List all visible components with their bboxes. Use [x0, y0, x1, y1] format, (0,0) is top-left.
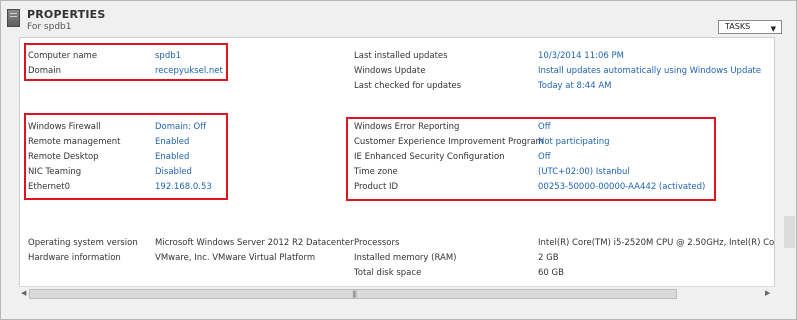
properties-panel: Computer name spdb1 Domain recepyuksel.n…: [19, 37, 775, 301]
horizontal-scrollbar[interactable]: ◀ ||| ▶: [19, 286, 775, 301]
grip-icon: |||: [352, 290, 357, 298]
tasks-label: TASKS: [725, 22, 751, 31]
prop-value-total-disk-space: 60 GB: [538, 268, 564, 278]
prop-label-installed-memory: Installed memory (RAM): [354, 253, 457, 263]
highlight-box-identity: [24, 43, 228, 81]
scroll-left-icon[interactable]: ◀: [21, 289, 26, 297]
scroll-right-icon[interactable]: ▶: [765, 289, 770, 297]
prop-label-last-installed-updates: Last installed updates: [354, 51, 448, 61]
vertical-scrollbar-thumb[interactable]: [784, 216, 795, 248]
highlight-box-configuration: [346, 117, 716, 201]
prop-value-installed-memory: 2 GB: [538, 253, 559, 263]
prop-label-processors: Processors: [354, 238, 400, 248]
prop-value-processors: Intel(R) Core(TM) i5-2520M CPU @ 2.50GHz…: [538, 238, 775, 248]
prop-value-windows-update[interactable]: Install updates automatically using Wind…: [538, 66, 761, 77]
highlight-box-network: [24, 113, 228, 200]
tasks-button[interactable]: TASKS ▼: [718, 20, 782, 34]
prop-label-os-version: Operating system version: [28, 238, 138, 248]
prop-value-last-checked[interactable]: Today at 8:44 AM: [538, 81, 611, 92]
prop-value-os-version: Microsoft Windows Server 2012 R2 Datacen…: [155, 238, 354, 248]
prop-label-windows-update: Windows Update: [354, 66, 426, 76]
tile-title: PROPERTIES: [27, 8, 106, 21]
chevron-down-icon: ▼: [770, 25, 776, 33]
prop-label-total-disk-space: Total disk space: [354, 268, 422, 278]
scrollbar-thumb[interactable]: |||: [29, 289, 677, 299]
tile-subtitle: For spdb1: [27, 22, 72, 32]
prop-label-last-checked: Last checked for updates: [354, 81, 462, 91]
server-icon: [7, 9, 20, 27]
prop-label-hardware-info: Hardware information: [28, 253, 121, 263]
prop-value-last-installed-updates[interactable]: 10/3/2014 11:06 PM: [538, 51, 624, 62]
prop-value-hardware-info: VMware, Inc. VMware Virtual Platform: [155, 253, 316, 263]
